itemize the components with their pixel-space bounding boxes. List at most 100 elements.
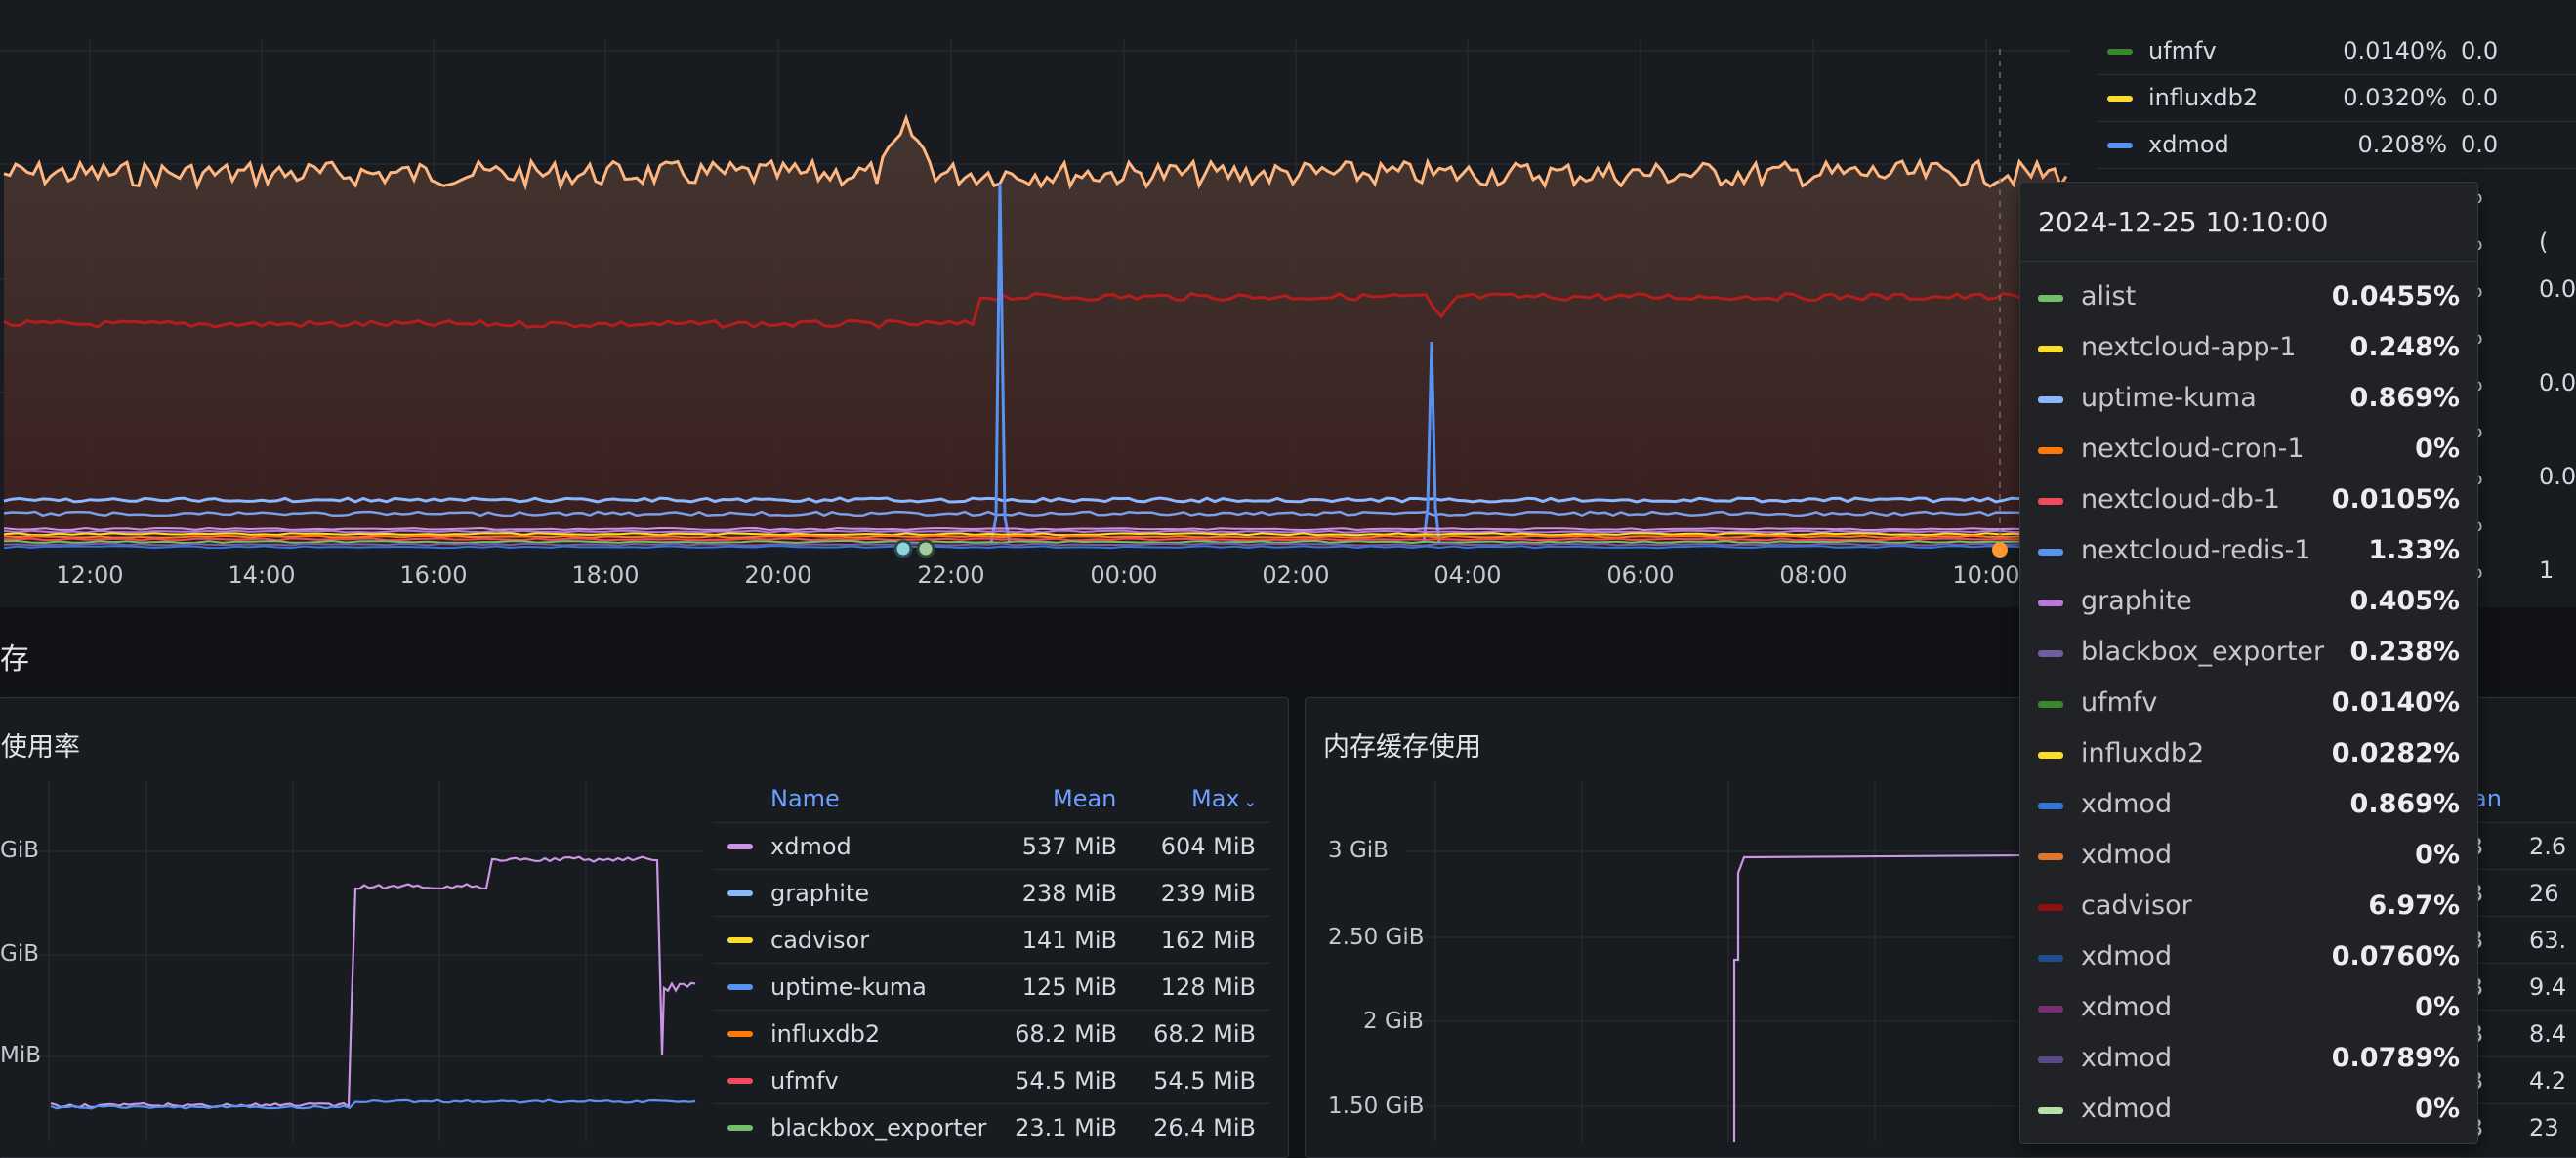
series-value: 0.208% — [2357, 131, 2447, 158]
series-name: ufmfv — [2081, 687, 2158, 718]
y-axis-label: 2 GiB — [1363, 1009, 1424, 1034]
max-value: 239 MiB — [1160, 880, 1256, 907]
y-axis-label: 3 GiB — [1328, 838, 1389, 863]
series-value: 0.0105% — [2331, 484, 2460, 515]
annotation-marker[interactable] — [893, 539, 913, 558]
series-value: 0.405% — [2349, 586, 2460, 616]
column-header-mean[interactable]: Mean — [1053, 785, 1116, 812]
x-tick-label: 22:00 — [917, 561, 985, 589]
series-swatch — [2107, 96, 2133, 102]
series-swatch — [2107, 49, 2133, 55]
mean-value: 537 MiB — [1021, 833, 1117, 860]
series-value: 0% — [2415, 992, 2460, 1022]
series-swatch — [2038, 701, 2063, 708]
series-value: 0.0140% — [2343, 37, 2447, 64]
table-row[interactable]: influxdb2 68.2 MiB 68.2 MiB — [713, 1010, 1269, 1057]
tooltip-row: uptime-kuma 0.869% — [2020, 374, 2477, 425]
max-value: 26.4 MiB — [1153, 1114, 1256, 1141]
x-tick-label: 20:00 — [744, 561, 812, 589]
mean-value: 54.5 MiB — [1015, 1067, 1117, 1095]
x-tick-label: 16:00 — [399, 561, 468, 589]
series-swatch — [2038, 346, 2063, 352]
cache-usage-chart[interactable] — [1406, 781, 2031, 1142]
x-tick-label: 08:00 — [1779, 561, 1848, 589]
panel-title[interactable]: 内存缓存使用 — [1323, 725, 1481, 764]
max-value: 9.4 — [2529, 973, 2567, 1001]
max-value: 68.2 MiB — [1153, 1020, 1256, 1048]
series-name: xdmod — [2081, 941, 2173, 972]
annotation-marker[interactable] — [916, 539, 935, 558]
series-swatch — [727, 1078, 753, 1084]
series-name: xdmod — [2081, 840, 2173, 870]
series-swatch — [2038, 904, 2063, 911]
series-swatch — [2038, 650, 2063, 657]
hover-point — [1992, 542, 2008, 558]
table-row[interactable]: graphite 238 MiB 239 MiB — [713, 869, 1269, 917]
series-value: 0.07 — [2539, 275, 2576, 303]
column-header-max[interactable]: Max ⌄ — [1191, 785, 1257, 812]
series-swatch — [727, 1125, 753, 1131]
series-value: 0.238% — [2349, 637, 2460, 667]
legend-row[interactable]: influxdb2 0.0320% 0.0 — [2098, 76, 2576, 122]
series-value: 0% — [2415, 434, 2460, 464]
series-swatch — [727, 984, 753, 990]
mean-value: 141 MiB — [1021, 927, 1117, 954]
series-value: 0.0789% — [2331, 1043, 2460, 1073]
y-axis-label: 2.50 GiB — [1328, 925, 1425, 950]
max-value: 26 — [2529, 880, 2559, 907]
series-swatch — [727, 844, 753, 849]
mean-value: 23.1 MiB — [1015, 1114, 1117, 1141]
legend-row[interactable]: ufmfv 0.0140% 0.0 — [2098, 29, 2576, 75]
series-name: influxdb2 — [770, 1020, 881, 1048]
series-value: 0.0 — [2461, 84, 2499, 111]
table-row[interactable]: xdmod 537 MiB 604 MiB — [713, 822, 1269, 870]
series-name: xdmod — [2081, 1043, 2173, 1073]
x-tick-label: 10:00 — [1952, 561, 2020, 589]
series-name: influxdb2 — [2081, 738, 2205, 768]
series-swatch — [727, 890, 753, 896]
max-value: 63. — [2529, 927, 2567, 954]
series-name: uptime-kuma — [2081, 383, 2257, 413]
table-row[interactable]: ufmfv 54.5 MiB 54.5 MiB — [713, 1056, 1269, 1104]
series-name: cadvisor — [2081, 890, 2192, 921]
series-name: xdmod — [770, 833, 852, 860]
table-row[interactable]: blackbox_exporter 23.1 MiB 26.4 MiB — [713, 1103, 1269, 1151]
tooltip-row: nextcloud-app-1 0.248% — [2020, 323, 2477, 374]
series-swatch — [2038, 853, 2063, 860]
series-swatch — [2038, 396, 2063, 403]
panel-title[interactable]: 使用率 — [1, 725, 80, 764]
series-name: influxdb2 — [2148, 84, 2259, 111]
tooltip-row: xdmod 0% — [2020, 983, 2477, 1034]
y-axis-label: 1.50 GiB — [1328, 1094, 1425, 1119]
table-row[interactable]: cadvisor 141 MiB 162 MiB — [713, 916, 1269, 964]
series-name: graphite — [770, 880, 870, 907]
memory-usage-chart[interactable] — [0, 781, 703, 1142]
y-axis-label: MiB — [0, 1043, 42, 1068]
series-swatch — [2038, 498, 2063, 505]
series-value: 0.869% — [2349, 383, 2460, 413]
series-value: 6.97% — [2368, 890, 2460, 921]
tooltip-row: blackbox_exporter 0.238% — [2020, 628, 2477, 679]
sort-desc-icon: ⌄ — [1243, 792, 1258, 810]
series-value: 0.0 — [2461, 37, 2499, 64]
max-value: 54.5 MiB — [1153, 1067, 1256, 1095]
series-value: 0.869% — [2349, 789, 2460, 819]
tooltip-row: xdmod 0.869% — [2020, 780, 2477, 831]
section-title[interactable]: 存 — [0, 635, 29, 678]
series-swatch — [2038, 1107, 2063, 1114]
legend-row[interactable]: xdmod 0.208% 0.0 — [2098, 123, 2576, 169]
table-row[interactable]: uptime-kuma 125 MiB 128 MiB — [713, 963, 1269, 1011]
series-name: xdmod — [2148, 131, 2229, 158]
series-name: nextcloud-app-1 — [2081, 332, 2297, 362]
series-value: 0.07 — [2539, 369, 2576, 396]
series-value: 0.248% — [2349, 332, 2460, 362]
series-value: 0% — [2415, 1094, 2460, 1124]
series-value: 1 — [2539, 557, 2555, 584]
mean-value: 238 MiB — [1021, 880, 1117, 907]
series-name: alist — [2081, 281, 2137, 311]
tooltip-row: xdmod 0.0789% — [2020, 1034, 2477, 1085]
series-name: blackbox_exporter — [2081, 637, 2325, 667]
column-header-name[interactable]: Name — [770, 785, 840, 812]
cpu-usage-chart[interactable] — [0, 0, 2080, 607]
hover-tooltip: 2024-12-25 10:10:00 alist 0.0455% nextclou… — [2019, 182, 2478, 1144]
